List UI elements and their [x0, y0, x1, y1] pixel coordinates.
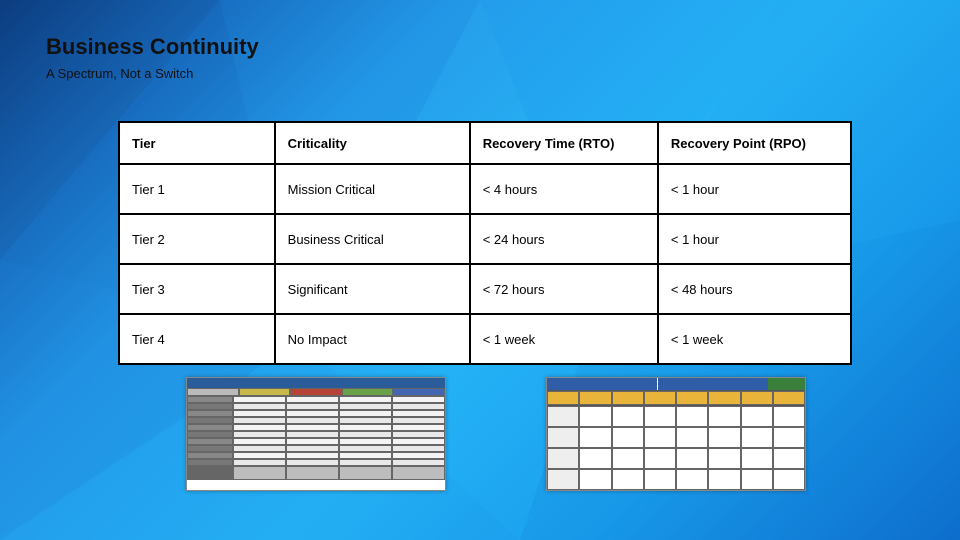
cell-criticality: Mission Critical [275, 164, 470, 214]
cell-tier: Tier 2 [119, 214, 275, 264]
cell-tier: Tier 1 [119, 164, 275, 214]
cell-rto: < 24 hours [470, 214, 658, 264]
tier-table-container: Tier Criticality Recovery Time (RTO) Rec… [118, 121, 852, 365]
slide: Business Continuity A Spectrum, Not a Sw… [0, 0, 960, 540]
cell-rpo: < 48 hours [658, 264, 851, 314]
table-row: Tier 1 Mission Critical < 4 hours < 1 ho… [119, 164, 851, 214]
cell-rto: < 72 hours [470, 264, 658, 314]
cell-rpo: < 1 week [658, 314, 851, 364]
tier-table: Tier Criticality Recovery Time (RTO) Rec… [118, 121, 852, 365]
cell-rto: < 4 hours [470, 164, 658, 214]
table-row: Tier 4 No Impact < 1 week < 1 week [119, 314, 851, 364]
bia-matrix-thumbnail [186, 377, 446, 491]
cell-rpo: < 1 hour [658, 164, 851, 214]
col-header-criticality: Criticality [275, 122, 470, 164]
cell-criticality: No Impact [275, 314, 470, 364]
col-header-tier: Tier [119, 122, 275, 164]
cell-tier: Tier 3 [119, 264, 275, 314]
table-row: Tier 2 Business Critical < 24 hours < 1 … [119, 214, 851, 264]
slide-title: Business Continuity [46, 34, 914, 60]
cell-rto: < 1 week [470, 314, 658, 364]
col-header-rto: Recovery Time (RTO) [470, 122, 658, 164]
table-header-row: Tier Criticality Recovery Time (RTO) Rec… [119, 122, 851, 164]
cell-tier: Tier 4 [119, 314, 275, 364]
slide-subtitle: A Spectrum, Not a Switch [46, 66, 914, 81]
thumbnail-row [186, 377, 914, 491]
col-header-rpo: Recovery Point (RPO) [658, 122, 851, 164]
cell-rpo: < 1 hour [658, 214, 851, 264]
cell-criticality: Significant [275, 264, 470, 314]
recovery-schedule-thumbnail [546, 377, 806, 491]
table-row: Tier 3 Significant < 72 hours < 48 hours [119, 264, 851, 314]
cell-criticality: Business Critical [275, 214, 470, 264]
